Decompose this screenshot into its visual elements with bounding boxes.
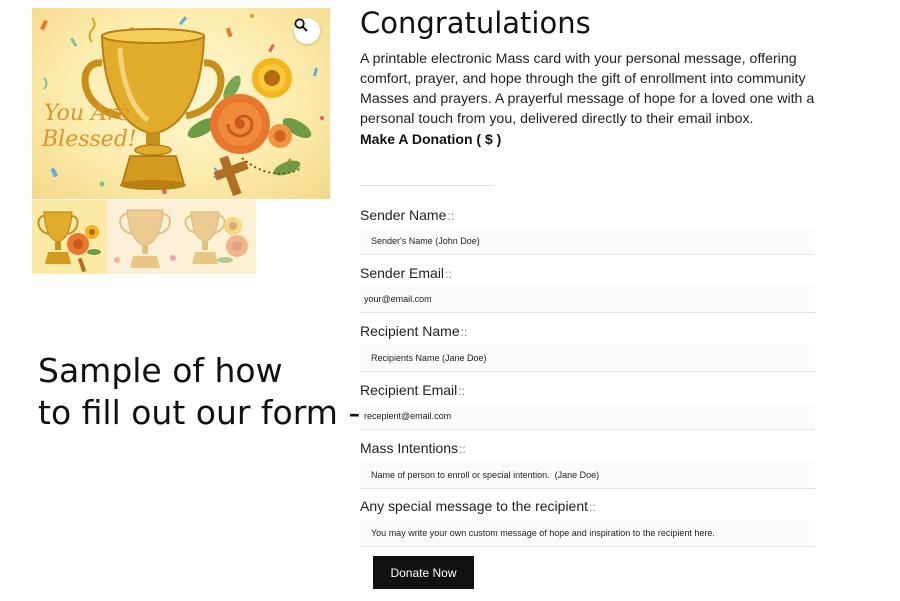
special-message-value: You may write your own custom message of…	[371, 527, 715, 538]
special-message-label-text: Any special message to the recipient	[360, 498, 589, 514]
sample-note: Sample of how to fill out our form ->	[38, 350, 388, 434]
recipient-email-label: Recipient Email::	[360, 382, 465, 398]
mass-intentions-label-text: Mass Intentions	[360, 440, 459, 456]
special-message-label: Any special message to the recipient::	[360, 498, 596, 514]
mass-intentions-input[interactable]: Name of person to enroll or special inte…	[360, 461, 815, 489]
sender-email-label-text: Sender Email	[360, 265, 445, 281]
zoom-button[interactable]	[294, 18, 320, 44]
magnifier-icon	[294, 18, 308, 32]
flowers	[187, 58, 312, 176]
recipient-name-input[interactable]: Recipients Name (Jane Doe)	[360, 344, 815, 372]
thumbnail-1[interactable]	[32, 200, 107, 274]
product-description: A printable electronic Mass card with yo…	[360, 51, 815, 127]
sample-note-line1: Sample of how	[38, 351, 283, 390]
recipient-name-label-suffix: ::	[460, 325, 468, 339]
product-main-image[interactable]: You Are Blessed!	[32, 8, 330, 199]
special-message-input[interactable]: You may write your own custom message of…	[360, 519, 815, 547]
mass-intentions-label: Mass Intentions::	[360, 440, 466, 456]
sender-email-value: your@email.com	[364, 293, 432, 304]
donation-label: Make A Donation ( $ )	[360, 131, 502, 147]
card-text-line1: You Are	[44, 101, 130, 126]
sender-name-input[interactable]: Sender's Name (John Doe)	[360, 227, 815, 255]
sender-email-label: Sender Email::	[360, 265, 452, 281]
sender-name-value: Sender's Name (John Doe)	[371, 235, 480, 246]
thumbnail-3[interactable]	[181, 200, 256, 274]
sample-note-line2: to fill out our form ->	[38, 393, 388, 432]
special-message-label-suffix: ::	[589, 500, 596, 514]
recipient-name-label-text: Recipient Name	[360, 323, 460, 339]
sender-email-input[interactable]: your@email.com	[360, 285, 815, 313]
recipient-email-value: recepient@email.com	[364, 410, 452, 421]
recipient-name-value: Recipients Name (Jane Doe)	[371, 352, 487, 363]
recipient-name-label: Recipient Name::	[360, 323, 467, 339]
trophy-card-illustration: You Are Blessed!	[40, 14, 324, 197]
sender-name-label: Sender Name::	[360, 207, 454, 223]
sender-name-label-text: Sender Name	[360, 207, 447, 223]
recipient-email-label-text: Recipient Email	[360, 382, 458, 398]
gallery-thumbnails	[32, 200, 256, 274]
mass-intentions-label-suffix: ::	[459, 442, 466, 456]
recipient-email-input[interactable]: recepient@email.com	[360, 402, 815, 430]
sender-name-label-suffix: ::	[447, 209, 455, 223]
donate-now-button[interactable]: Donate Now	[373, 556, 474, 589]
card-text-line2: Blessed!	[41, 127, 137, 152]
product-title: Congratulations	[360, 6, 591, 40]
recipient-email-label-suffix: ::	[458, 384, 465, 398]
donation-amount-input[interactable]	[360, 158, 494, 186]
mass-intentions-value: Name of person to enroll or special inte…	[371, 469, 600, 480]
thumbnail-2[interactable]	[106, 200, 182, 274]
sender-email-label-suffix: ::	[445, 267, 452, 281]
